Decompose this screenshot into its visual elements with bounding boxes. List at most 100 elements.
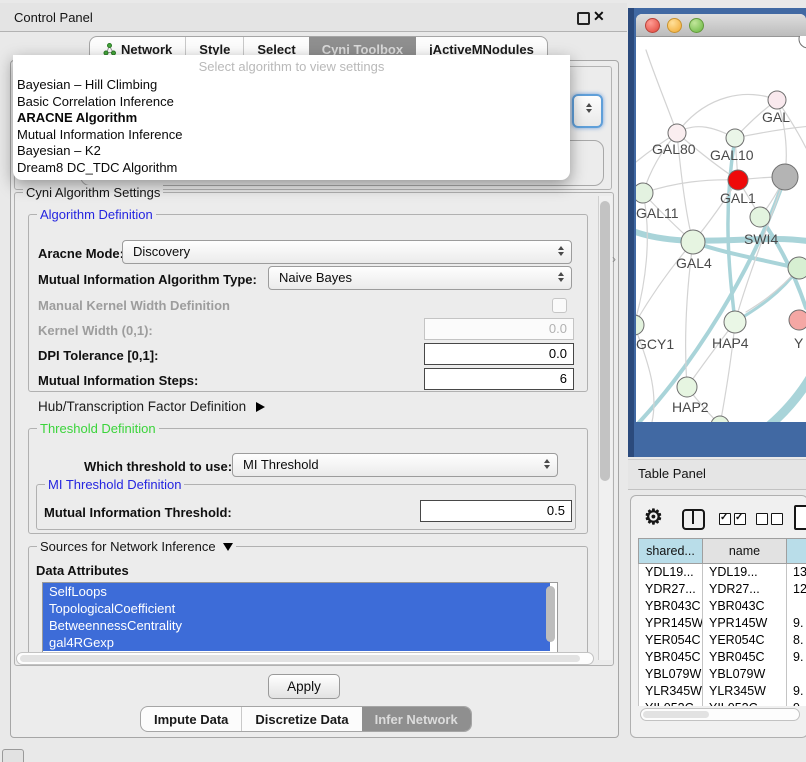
table-hscrollbar-thumb[interactable]	[643, 711, 709, 718]
hub-definition-toggle[interactable]: Hub/Transcription Factor Definition	[38, 399, 265, 414]
algorithm-option[interactable]: Basic Correlation Inference	[13, 94, 570, 111]
settings-hscrollbar[interactable]	[16, 652, 594, 665]
column-header[interactable]	[787, 539, 806, 564]
settings-hscrollbar-thumb[interactable]	[20, 655, 580, 662]
network-node[interactable]	[726, 129, 744, 147]
gear-icon[interactable]: ⚙	[644, 505, 663, 530]
table-cell: YBR045C	[639, 649, 703, 666]
network-node[interactable]	[668, 124, 686, 142]
minimize-window-icon[interactable]	[667, 18, 682, 33]
columns-icon[interactable]	[682, 509, 705, 530]
algorithm-combo-arrow-button[interactable]	[572, 94, 603, 128]
network-node[interactable]	[768, 91, 786, 109]
network-edge[interactable]	[646, 50, 677, 133]
float-window-button[interactable]	[577, 12, 590, 25]
network-node[interactable]	[799, 36, 806, 48]
settings-scrollbar[interactable]	[598, 196, 612, 660]
apply-button[interactable]: Apply	[268, 674, 340, 699]
table-header-row: shared...name	[639, 539, 806, 564]
table-row[interactable]: YLR345WYLR345W9.	[639, 683, 806, 700]
network-canvas[interactable]: GALGAL80GAL10GAL1GAL11SWI4GAL4GCY1HAP4YH…	[636, 36, 806, 422]
network-node[interactable]	[681, 230, 705, 254]
tab-label: Discretize Data	[255, 712, 348, 727]
aracne-mode-select[interactable]: Discovery	[122, 240, 572, 264]
table-row[interactable]: YDL19...YDL19...13	[639, 564, 806, 582]
table-cell: 9.	[787, 649, 806, 666]
algorithm-option[interactable]: Mutual Information Inference	[13, 127, 570, 144]
which-threshold-select[interactable]: MI Threshold	[232, 453, 558, 477]
attribute-option[interactable]: BetweennessCentrality	[43, 617, 550, 634]
splitter-collapse-icon[interactable]: ›	[612, 252, 616, 266]
network-node[interactable]	[789, 310, 806, 330]
table-row[interactable]: YIL052CYIL052C9	[639, 700, 806, 706]
tab-label: Impute Data	[154, 712, 228, 727]
table-row[interactable]: YER054CYER054C8.	[639, 632, 806, 649]
dpi-tolerance-label: DPI Tolerance [0,1]:	[38, 348, 158, 363]
close-panel-button[interactable]: ✕	[593, 8, 605, 25]
manual-kernel-width-label: Manual Kernel Width Definition	[38, 298, 230, 313]
spinner-arrows-icon	[544, 459, 550, 469]
table-hscrollbar[interactable]	[640, 708, 800, 721]
column-header[interactable]: name	[703, 539, 787, 564]
tab-impute-data[interactable]: Impute Data	[141, 707, 241, 731]
network-node[interactable]	[636, 183, 653, 203]
algorithm-option[interactable]: Dream8 DC_TDC Algorithm	[13, 160, 570, 177]
mi-threshold-group-title: MI Threshold Definition	[45, 477, 184, 492]
maximize-window-icon[interactable]	[689, 18, 704, 33]
manual-kernel-width-checkbox[interactable]	[552, 298, 567, 313]
table-row[interactable]: YBL079WYBL079W	[639, 666, 806, 683]
mi-threshold-input[interactable]: 0.5	[420, 500, 572, 522]
mi-type-select[interactable]: Naive Bayes	[268, 266, 572, 290]
attribute-option[interactable]: gal4RGexp	[43, 634, 550, 651]
attribute-option[interactable]: SelfLoops	[43, 583, 550, 600]
algorithm-option[interactable]: Bayesian – Hill Climbing	[13, 77, 570, 94]
network-node[interactable]	[750, 207, 770, 227]
network-edge[interactable]	[735, 268, 799, 322]
table-row[interactable]: YBR043CYBR043C	[639, 598, 806, 615]
settings-scrollbar-thumb[interactable]	[600, 201, 610, 481]
sources-group-title-row[interactable]: Sources for Network Inference	[37, 539, 236, 554]
column-header[interactable]: shared...	[639, 539, 703, 564]
attribute-option[interactable]: TopologicalCoefficient	[43, 600, 550, 617]
close-window-icon[interactable]	[645, 18, 660, 33]
data-attributes-listbox[interactable]: SelfLoopsTopologicalCoefficientBetweenne…	[42, 582, 558, 654]
table-row[interactable]: YBR045CYBR045C9.	[639, 649, 806, 666]
tab-infer-network[interactable]: Infer Network	[362, 707, 471, 731]
network-node[interactable]	[724, 311, 746, 333]
data-attributes-list: SelfLoopsTopologicalCoefficientBetweenne…	[43, 583, 557, 651]
mi-steps-input[interactable]: 6	[424, 368, 574, 390]
node-table[interactable]: shared...name YDL19...YDL19...13YDR27...…	[638, 538, 806, 706]
network-node[interactable]	[772, 164, 798, 190]
kernel-width-input[interactable]: 0.0	[424, 318, 574, 340]
network-node[interactable]	[677, 377, 697, 397]
algorithm-option[interactable]: ARACNE Algorithm	[13, 110, 570, 127]
threshold-definition-title: Threshold Definition	[37, 421, 159, 436]
document-icon[interactable]	[794, 505, 806, 530]
network-edge[interactable]	[636, 230, 806, 242]
tab-discretize-data[interactable]: Discretize Data	[241, 707, 361, 731]
table-row[interactable]: YPR145WYPR145W9.	[639, 615, 806, 632]
control-panel-title: Control Panel	[14, 10, 93, 25]
network-node-label: GAL11	[636, 205, 679, 221]
network-tab-icon	[103, 43, 116, 56]
network-node[interactable]	[788, 257, 806, 279]
network-node[interactable]	[636, 315, 644, 335]
network-edge[interactable]	[714, 378, 806, 422]
dropdown-placeholder: Select algorithm to view settings	[13, 57, 570, 77]
which-threshold-label: Which threshold to use:	[84, 459, 232, 474]
mi-type-value: Naive Bayes	[279, 270, 352, 285]
network-node-label: SWI4	[744, 231, 778, 247]
network-window-titlebar[interactable]	[636, 14, 806, 37]
network-node[interactable]	[728, 170, 748, 190]
table-cell	[787, 598, 806, 615]
deselect-all-icon[interactable]	[756, 512, 786, 530]
network-node[interactable]	[711, 416, 729, 422]
bottom-left-mini-button[interactable]	[2, 749, 24, 762]
select-all-icon[interactable]	[719, 512, 749, 530]
table-row[interactable]: YDR27...YDR27...12	[639, 581, 806, 598]
attributes-scrollbar-thumb[interactable]	[546, 586, 555, 642]
network-desktop-edge	[628, 8, 634, 457]
algorithm-option[interactable]: Bayesian – K2	[13, 143, 570, 160]
table-panel-title: Table Panel	[638, 466, 706, 481]
dpi-tolerance-input[interactable]: 0.0	[424, 343, 574, 365]
